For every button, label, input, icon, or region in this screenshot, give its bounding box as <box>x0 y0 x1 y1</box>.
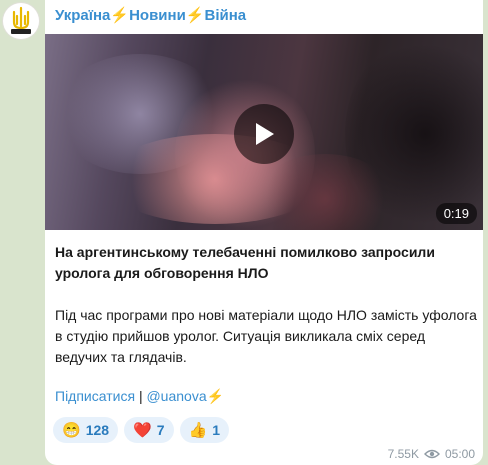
message-meta: 7.55K 05:00 <box>388 447 475 461</box>
reaction-count: 7 <box>156 422 165 438</box>
post-body: Під час програми про нові матеріали щодо… <box>55 307 477 365</box>
links-separator: | <box>138 388 143 404</box>
reaction-grin[interactable]: 😁 128 <box>53 417 119 443</box>
reaction-thumbs-up[interactable]: 👍 1 <box>179 417 230 443</box>
play-button[interactable] <box>234 104 294 164</box>
play-icon <box>256 123 274 145</box>
channel-name-part1: Україна <box>55 7 111 24</box>
post-text: На аргентинському телебаченні помилково … <box>55 242 479 368</box>
message-time: 05:00 <box>444 447 475 461</box>
reaction-count: 1 <box>212 422 221 438</box>
post-links: Підписатися | @uanova⚡ <box>55 388 224 405</box>
message-bubble: Україна⚡Новини⚡Війна 0:19 На аргентинськ… <box>45 0 483 465</box>
reaction-heart[interactable]: ❤️ 7 <box>124 417 174 443</box>
subscribe-link[interactable]: Підписатися <box>55 388 135 404</box>
reactions-bar: 😁 128 ❤️ 7 👍 1 <box>53 417 230 443</box>
eye-icon <box>423 449 440 459</box>
post-title: На аргентинському телебаченні помилково … <box>55 244 435 281</box>
channel-name-part3: Війна <box>204 7 247 24</box>
reaction-count: 128 <box>85 422 110 438</box>
thumbs-up-emoji-icon: 👍 <box>188 422 208 439</box>
channel-name[interactable]: Україна⚡Новини⚡Війна <box>55 6 246 24</box>
video-duration: 0:19 <box>435 203 477 224</box>
trident-logo-icon <box>11 6 31 34</box>
views-count: 7.55K <box>387 447 419 461</box>
grin-emoji-icon: 😁 <box>62 422 81 439</box>
bolt-emoji-icon: ⚡ <box>206 388 225 404</box>
bolt-emoji-icon: ⚡ <box>185 7 205 24</box>
heart-emoji-icon: ❤️ <box>133 422 152 439</box>
bolt-emoji-icon: ⚡ <box>110 7 130 24</box>
channel-avatar[interactable] <box>3 3 39 39</box>
channel-handle-link[interactable]: @uanova <box>146 388 206 404</box>
video-preview[interactable]: 0:19 <box>45 34 483 230</box>
channel-name-part2: Новини <box>129 7 186 24</box>
